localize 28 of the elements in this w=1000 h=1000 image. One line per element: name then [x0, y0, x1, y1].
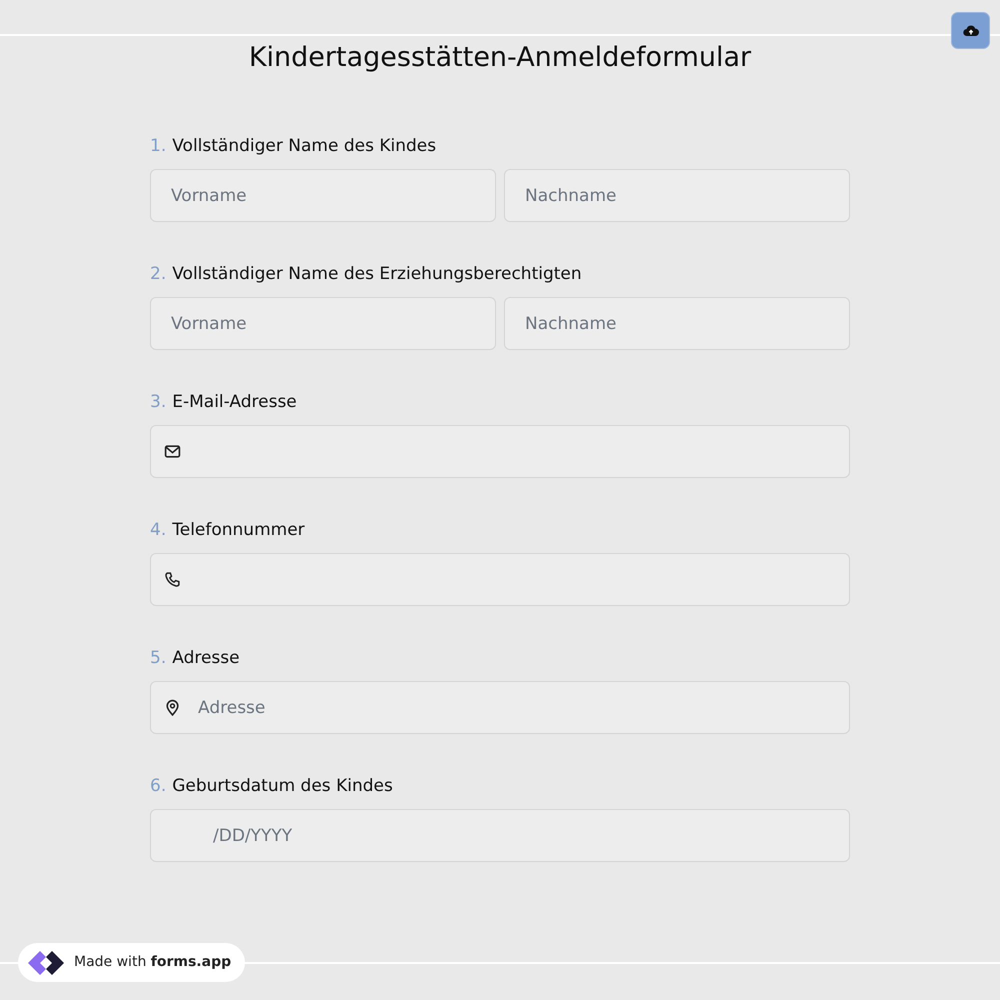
- question-label: Telefonnummer: [172, 519, 305, 542]
- question-label: Geburtsdatum des Kindes: [172, 775, 393, 798]
- phone-field[interactable]: [150, 553, 850, 606]
- question-number: 4.: [150, 519, 166, 542]
- question-label: E-Mail-Adresse: [172, 391, 297, 414]
- question-number: 1.: [150, 135, 166, 158]
- question-number: 5.: [150, 647, 166, 670]
- badge-text: Made with forms.app: [74, 953, 232, 972]
- location-pin-icon: [164, 699, 181, 716]
- question-number: 6.: [150, 775, 166, 798]
- question-label: Vollständiger Name des Kindes: [172, 135, 436, 158]
- name-field[interactable]: Nachname: [504, 169, 850, 222]
- name-field[interactable]: Nachname: [504, 297, 850, 350]
- question-label: Vollständiger Name des Erziehungsberechtigten: [172, 263, 582, 286]
- date-field[interactable]: /DD/YYYY: [150, 809, 850, 862]
- phone-icon: [164, 571, 181, 588]
- upload-button[interactable]: [951, 12, 990, 49]
- form-title: Kindertagesstätten-Anmeldeformular: [248, 41, 752, 74]
- question-label: Adresse: [172, 647, 240, 670]
- envelope-icon: [164, 443, 181, 460]
- question-number: 3.: [150, 391, 166, 414]
- cloud-upload-icon: [962, 24, 978, 38]
- address-field[interactable]: Adresse: [150, 681, 850, 734]
- name-field[interactable]: Vorname: [150, 169, 496, 222]
- question-number: 2.: [150, 263, 166, 286]
- email-field[interactable]: [150, 425, 850, 478]
- made-with-badge[interactable]: Made with forms.app: [18, 943, 246, 982]
- name-field[interactable]: Vorname: [150, 297, 496, 350]
